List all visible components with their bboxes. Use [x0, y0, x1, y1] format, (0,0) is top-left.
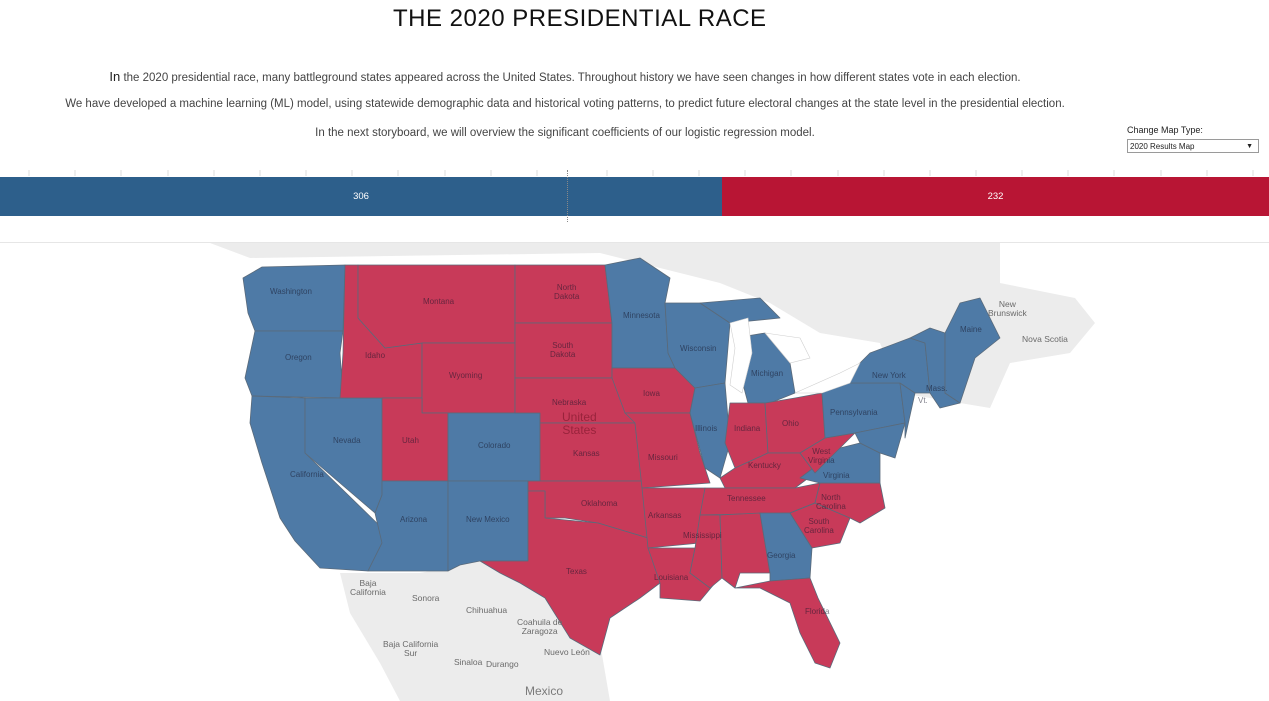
label-montana: Montana	[423, 297, 455, 306]
label-new-mexico: New Mexico	[466, 515, 510, 524]
label-california: California	[290, 470, 324, 479]
label-north-carolina: North Carolina	[816, 493, 846, 511]
label-texas: Texas	[566, 567, 587, 576]
label-wisconsin: Wisconsin	[680, 344, 717, 353]
label-chihuahua: Chihuahua	[466, 605, 508, 615]
republican-ev-segment[interactable]: 232	[722, 177, 1269, 216]
label-coahuila: Coahuila de Zaragoza	[517, 617, 563, 636]
label-nuevo-leon: Nuevo León	[544, 647, 590, 657]
label-united-states: United States	[562, 410, 597, 437]
label-idaho: Idaho	[365, 351, 386, 360]
label-missouri: Missouri	[648, 453, 678, 462]
label-south-dakota: South Dakota	[550, 341, 576, 359]
label-baja-california-sur: Baja California Sur	[383, 639, 439, 658]
label-west-virginia: West Virginia	[808, 447, 835, 465]
label-oklahoma: Oklahoma	[581, 499, 618, 508]
label-kentucky: Kentucky	[748, 461, 781, 470]
label-virginia: Virginia	[823, 471, 850, 480]
label-new-york: New York	[872, 371, 906, 380]
label-pennsylvania: Pennsylvania	[830, 408, 878, 417]
label-ohio: Ohio	[782, 419, 799, 428]
state-montana[interactable]	[357, 264, 516, 349]
map-type-label: Change Map Type:	[1127, 125, 1203, 135]
state-washington[interactable]	[242, 264, 346, 332]
label-mexico: Mexico	[525, 684, 564, 698]
label-new-brunswick: New Brunswick	[988, 299, 1027, 318]
label-nevada: Nevada	[333, 436, 361, 445]
bar-axis-ticks	[28, 170, 1254, 176]
democratic-ev-count: 306	[353, 191, 369, 202]
label-baja-california: Baja California	[350, 578, 386, 597]
map-type-selected-value: 2020 Results Map	[1130, 142, 1195, 151]
dropdown-arrow-icon[interactable]: ▼	[1246, 140, 1253, 154]
intro-line-1: In the 2020 presidential race, many batt…	[0, 69, 1130, 84]
state-oregon[interactable]	[244, 330, 344, 399]
label-nova-scotia: Nova Scotia	[1022, 334, 1068, 344]
label-georgia: Georgia	[767, 551, 796, 560]
state-florida[interactable]	[734, 577, 841, 669]
label-illinois: Illinois	[695, 424, 718, 433]
label-kansas: Kansas	[573, 449, 600, 458]
label-south-carolina: South Carolina	[804, 517, 834, 535]
label-iowa: Iowa	[643, 389, 660, 398]
majority-reference-line	[567, 170, 568, 222]
map-type-dropdown[interactable]: 2020 Results Map ▼	[1127, 139, 1259, 153]
label-oregon: Oregon	[285, 353, 312, 362]
us-electoral-map[interactable]: Washington Oregon California Nevada Idah…	[0, 243, 1269, 701]
label-north-dakota: North Dakota	[554, 283, 580, 301]
label-florida: Florida	[805, 607, 830, 616]
label-arkansas: Arkansas	[648, 511, 682, 520]
label-michigan: Michigan	[751, 369, 784, 378]
label-indiana: Indiana	[734, 424, 761, 433]
label-maine: Maine	[960, 325, 982, 334]
label-durango: Durango	[486, 659, 519, 669]
label-sonora: Sonora	[412, 593, 440, 603]
label-minnesota: Minnesota	[623, 311, 660, 320]
electoral-vote-bar[interactable]: 306 232	[0, 177, 1269, 216]
democratic-ev-segment[interactable]: 306	[0, 177, 722, 216]
label-mississippi: Mississippi	[683, 531, 722, 540]
label-sinaloa: Sinaloa	[454, 657, 483, 667]
label-vermont: Vt.	[918, 396, 928, 405]
intro-line-3: In the next storyboard, we will overview…	[315, 127, 815, 139]
label-nebraska: Nebraska	[552, 398, 587, 407]
label-arizona: Arizona	[400, 515, 428, 524]
label-washington: Washington	[270, 287, 312, 296]
label-tennessee: Tennessee	[727, 494, 766, 503]
intro-first-word: In	[109, 69, 121, 84]
state-new-mexico[interactable]	[447, 480, 529, 572]
page-title: THE 2020 PRESIDENTIAL RACE	[393, 5, 767, 32]
label-louisiana: Louisiana	[654, 573, 689, 582]
intro-line-1-text: the 2020 presidential race, many battleg…	[120, 72, 1021, 84]
label-utah: Utah	[402, 436, 419, 445]
republican-ev-count: 232	[987, 191, 1004, 202]
label-massachusetts: Mass.	[926, 384, 948, 393]
label-colorado: Colorado	[478, 441, 511, 450]
label-wyoming: Wyoming	[449, 371, 483, 380]
intro-line-2: We have developed a machine learning (ML…	[65, 98, 1065, 110]
